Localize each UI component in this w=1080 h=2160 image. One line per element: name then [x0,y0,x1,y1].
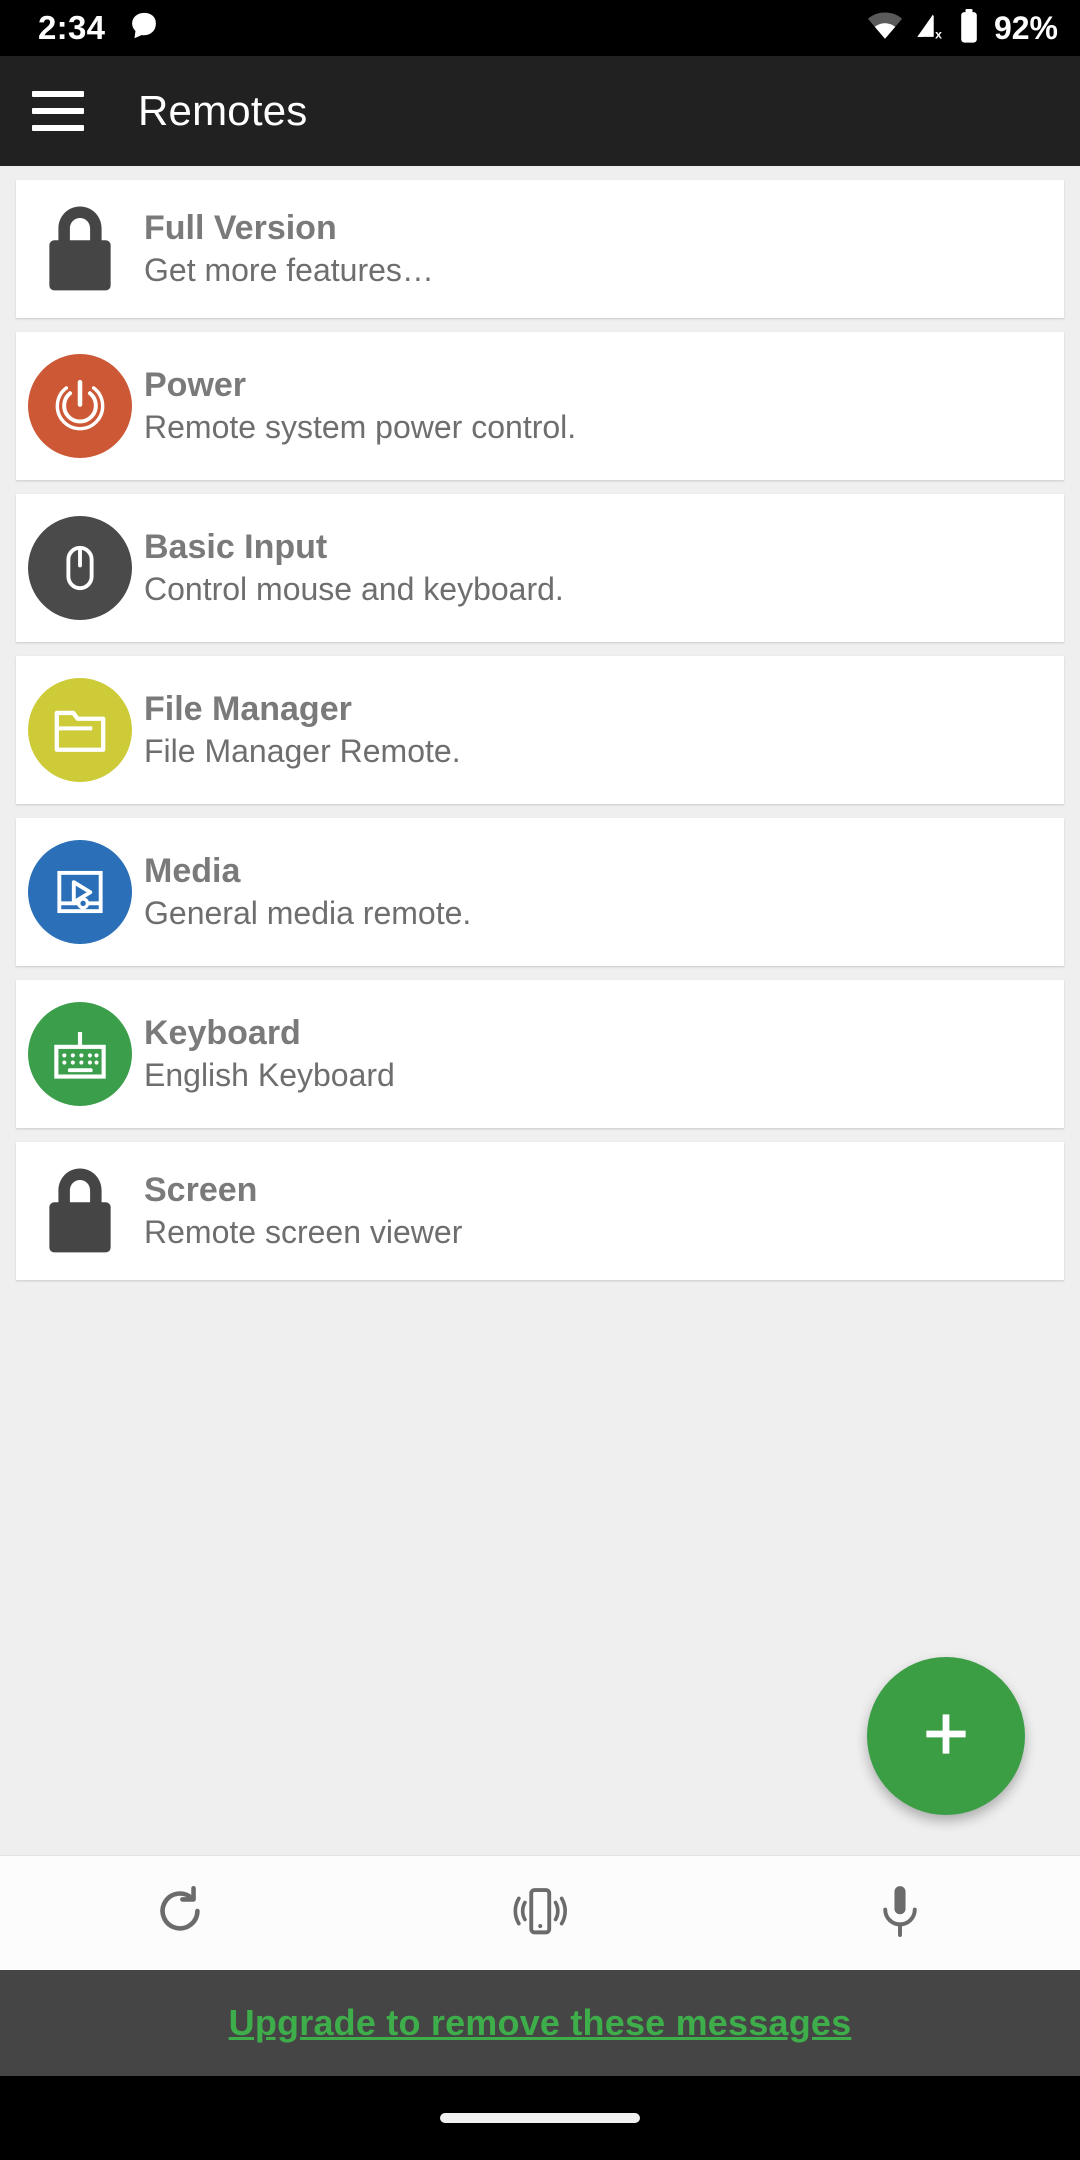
upgrade-banner[interactable]: Upgrade to remove these messages [0,1970,1080,2076]
media-play-icon [28,840,132,944]
voice-button[interactable] [720,1881,1080,1946]
refresh-icon [151,1882,209,1945]
keyboard-icon [28,1002,132,1106]
list-item-text: File Manager File Manager Remote. [144,689,461,771]
refresh-button[interactable] [0,1882,360,1945]
list-item-icon [16,1002,144,1106]
list-item[interactable]: Screen Remote screen viewer [16,1142,1064,1280]
mouse-icon [28,516,132,620]
list-item-subtitle: English Keyboard [144,1057,395,1094]
list-item[interactable]: Basic Input Control mouse and keyboard. [16,494,1064,642]
battery-icon [958,8,980,48]
vibrate-button[interactable] [360,1881,720,1946]
list-item-subtitle: Remote screen viewer [144,1214,463,1251]
battery-percent-label: 92% [993,9,1058,46]
list-item[interactable]: File Manager File Manager Remote. [16,656,1064,804]
lock-icon [16,202,144,296]
list-item[interactable]: Keyboard English Keyboard [16,980,1064,1128]
list-item-text: Screen Remote screen viewer [144,1170,462,1252]
list-item-text: Basic Input Control mouse and keyboard. [144,527,564,609]
status-bar-clock: 2:34 [38,9,106,46]
plus-icon [915,1703,977,1770]
list-item[interactable]: Power Remote system power control. [16,332,1064,480]
microphone-icon [872,1881,928,1946]
list-item-text: Power Remote system power control. [144,365,576,447]
list-item-title: Basic Input [144,528,328,567]
list-item-text: Media General media remote. [144,851,471,933]
list-item-title: Media [144,852,241,891]
list-item-icon [16,516,144,620]
folder-icon [28,678,132,782]
status-bar-right: x 92% [866,8,1058,48]
vibrate-device-icon [506,1881,574,1946]
svg-text:x: x [935,27,942,41]
list-item-title: File Manager [144,690,352,729]
list-item[interactable]: Full Version Get more features… [16,180,1064,318]
list-item-text: Keyboard English Keyboard [144,1013,395,1095]
system-nav-bar [0,2076,1080,2160]
phone-screen: 2:34 x 92% Remotes Full Version Get more… [0,0,1080,2160]
page-title: Remotes [138,87,308,134]
list-item-subtitle: General media remote. [144,895,472,932]
app-bar: Remotes [0,56,1080,166]
list-item-icon [16,354,144,458]
remotes-list[interactable]: Full Version Get more features… Power Re… [0,166,1080,1855]
upgrade-link[interactable]: Upgrade to remove these messages [229,2002,852,2044]
hamburger-menu-icon[interactable] [32,83,88,139]
cellular-off-icon: x [914,11,948,46]
list-item-title: Power [144,366,247,405]
list-item-subtitle: Get more features… [144,252,434,289]
list-item-icon [16,840,144,944]
list-item-text: Full Version Get more features… [144,208,434,290]
list-item-subtitle: Control mouse and keyboard. [144,571,564,608]
list-item-subtitle: File Manager Remote. [144,733,461,770]
list-item-title: Keyboard [144,1014,301,1053]
add-remote-fab[interactable] [867,1657,1025,1815]
list-item-subtitle: Remote system power control. [144,409,577,446]
notification-bubble-icon [129,11,159,46]
lock-icon [16,1164,144,1258]
list-item-icon [16,678,144,782]
gesture-pill[interactable] [440,2113,640,2123]
list-item-title: Full Version [144,209,337,248]
status-bar: 2:34 x 92% [0,0,1080,56]
bottom-toolbar [0,1855,1080,1970]
power-icon [28,354,132,458]
status-bar-left: 2:34 [38,9,159,47]
list-item[interactable]: Media General media remote. [16,818,1064,966]
list-item-title: Screen [144,1171,258,1210]
wifi-icon [866,11,904,46]
